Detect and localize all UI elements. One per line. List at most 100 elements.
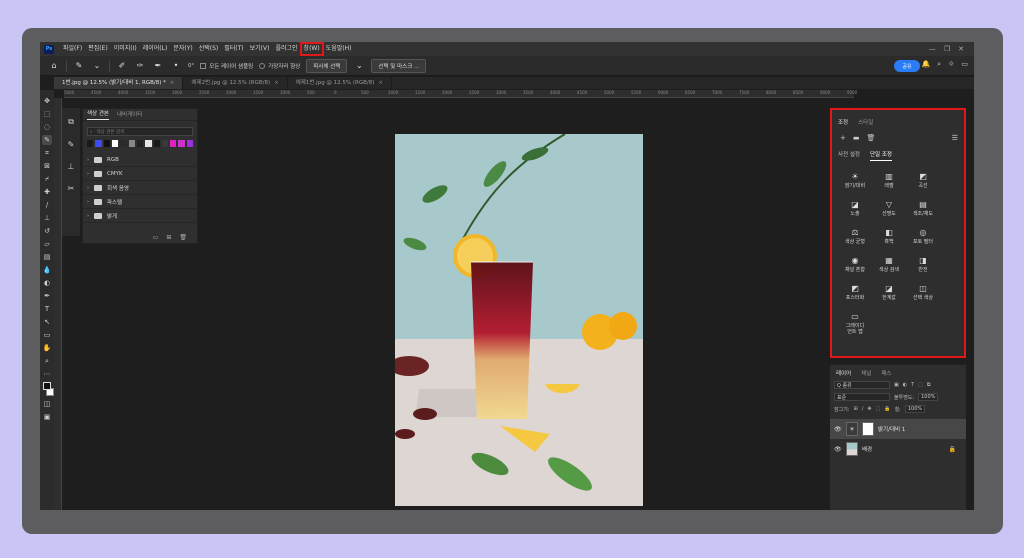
- close-icon[interactable]: ×: [170, 80, 175, 86]
- restore-icon[interactable]: ❐: [944, 45, 950, 53]
- menu-layer[interactable]: 레이어(L): [140, 43, 171, 55]
- document-canvas[interactable]: [395, 134, 643, 506]
- minimize-icon[interactable]: —: [929, 45, 936, 53]
- swatch-folder-light[interactable]: › 밝게: [83, 209, 197, 223]
- shape-tool-icon[interactable]: ▭: [42, 330, 52, 340]
- marquee-tool-icon[interactable]: ⬚: [42, 109, 52, 119]
- color-swatch-chip[interactable]: [95, 140, 102, 147]
- plus-icon[interactable]: +: [840, 134, 846, 142]
- tab-channels[interactable]: 채널: [861, 369, 871, 377]
- tab-document-1[interactable]: 1번.jpg @ 12.5% (밝기/대비 1, RGB/8) * ×: [54, 77, 184, 89]
- lock-all-icon[interactable]: 🔒: [884, 406, 890, 412]
- color-swatch-chip[interactable]: [145, 140, 152, 147]
- swatch-folder-pastel[interactable]: › 파스텔: [83, 195, 197, 209]
- trash-icon[interactable]: 🗑: [179, 234, 187, 241]
- opacity-input[interactable]: 100%: [918, 393, 939, 401]
- adjustment-item[interactable]: ▤ 색조/채도: [906, 199, 940, 218]
- adjustment-item[interactable]: ▭ 그레이디 언트 맵: [838, 311, 872, 336]
- eyedropper-tool-icon[interactable]: ⌿: [42, 174, 52, 184]
- zoom-tool-icon[interactable]: ⌕: [42, 356, 52, 366]
- menu-select[interactable]: 선택(S): [196, 43, 222, 55]
- bell-icon[interactable]: 🔔: [921, 60, 930, 69]
- tab-swatches[interactable]: 색상 견본: [87, 109, 109, 120]
- adjustment-item[interactable]: ▥ 레벨: [872, 171, 906, 190]
- layer-row[interactable]: 👁 배경 🔒: [830, 439, 966, 459]
- foreground-color-swatch[interactable]: [43, 382, 51, 390]
- new-group-icon[interactable]: ▭: [153, 234, 159, 241]
- close-icon[interactable]: ×: [378, 80, 383, 86]
- clone-stamp-tool-icon[interactable]: ⊥: [42, 213, 52, 223]
- angle-value[interactable]: 0°: [188, 63, 194, 69]
- menu-type[interactable]: 문자(Y): [170, 43, 195, 55]
- adjustment-item[interactable]: ◪ 한계값: [872, 283, 906, 302]
- color-swatch-chip[interactable]: [136, 140, 144, 147]
- search-icon[interactable]: ⌕: [937, 60, 941, 69]
- menu-edit[interactable]: 편집(E): [85, 43, 111, 55]
- adjustment-item[interactable]: ▽ 선명도: [872, 199, 906, 218]
- workspace-icon[interactable]: ▭: [961, 60, 968, 69]
- enhance-edge-option[interactable]: 가장자리 향상: [259, 62, 300, 70]
- new-swatch-icon[interactable]: ⊞: [166, 234, 171, 241]
- layer-mask-thumbnail[interactable]: [862, 422, 874, 436]
- history-panel-icon[interactable]: ⧉: [65, 116, 77, 128]
- fill-input[interactable]: 100%: [904, 405, 926, 413]
- hand-tool-icon[interactable]: ✋: [42, 343, 52, 353]
- quick-mask-icon[interactable]: ◫: [42, 399, 52, 409]
- swatch-folder-grayscale[interactable]: › 회색 음영: [83, 181, 197, 195]
- brush-tool-icon[interactable]: ∕: [42, 200, 52, 210]
- adjustment-item[interactable]: ◫ 선택 색상: [906, 283, 940, 302]
- tab-presets[interactable]: 사전 설정: [838, 150, 860, 161]
- tab-adjustments[interactable]: 조정: [838, 118, 848, 126]
- color-swatch-chip[interactable]: [87, 140, 94, 147]
- adjustment-item[interactable]: ◧ 흑백: [872, 227, 906, 246]
- filter-shape-icon[interactable]: ⬚: [918, 382, 923, 388]
- color-swatch-chip[interactable]: [120, 140, 127, 147]
- pen-tool-icon[interactable]: ✒: [42, 291, 52, 301]
- tab-styles[interactable]: 스타일: [858, 118, 873, 126]
- layer-row[interactable]: 👁 ☀ 밝기/대비 1: [830, 419, 966, 439]
- layer-filter-select[interactable]: Q 종류: [834, 381, 890, 389]
- filter-adjust-icon[interactable]: ◐: [903, 382, 907, 388]
- filter-type-icon[interactable]: T: [911, 382, 914, 388]
- filter-pixel-icon[interactable]: ▣: [894, 382, 899, 388]
- discover-icon[interactable]: ☼: [948, 60, 954, 69]
- brush-panel-icon[interactable]: ✎: [65, 138, 77, 150]
- lock-pixels-icon[interactable]: ⊞: [854, 406, 858, 412]
- filter-smart-icon[interactable]: ⧉: [927, 382, 931, 388]
- home-icon[interactable]: ⌂: [48, 60, 60, 72]
- menu-plugins[interactable]: 플러그인: [272, 43, 300, 55]
- swatch-search-input[interactable]: ⌕ 색상 견본 검색: [87, 127, 193, 136]
- adjustment-item[interactable]: ◉ 채널 혼합: [838, 255, 872, 274]
- lock-artboard-icon[interactable]: ⬚: [876, 406, 881, 412]
- menu-window[interactable]: 창(W): [299, 42, 324, 56]
- menu-help[interactable]: 도움말(H): [323, 43, 355, 55]
- list-view-icon[interactable]: ☰: [952, 134, 964, 142]
- more-tools-icon[interactable]: ⋯: [42, 369, 52, 379]
- adjustment-item[interactable]: ◨ 반전: [906, 255, 940, 274]
- tab-document-3[interactable]: 예제1번.jpg @ 12.5% (RGB/8) ×: [288, 77, 393, 89]
- tab-paths[interactable]: 패스: [881, 369, 891, 377]
- trash-icon[interactable]: 🗑: [867, 134, 876, 142]
- visibility-eye-icon[interactable]: 👁: [834, 426, 842, 433]
- swatch-folder-rgb[interactable]: › RGB: [83, 153, 197, 167]
- chevron-down-icon[interactable]: ⌄: [91, 60, 103, 72]
- menu-image[interactable]: 이미지(I): [111, 43, 140, 55]
- tab-document-2[interactable]: 예제2번.jpg @ 12.5% (RGB/8) ×: [183, 77, 288, 89]
- adjustment-item[interactable]: ◎ 포토 필터: [906, 227, 940, 246]
- crop-tool-icon[interactable]: ⌗: [42, 148, 52, 158]
- adjustment-item[interactable]: ⚖ 색상 균형: [838, 227, 872, 246]
- select-subject-button[interactable]: 피사체 선택: [306, 58, 348, 73]
- type-tool-icon[interactable]: T: [42, 304, 52, 314]
- menu-view[interactable]: 보기(V): [247, 43, 273, 55]
- history-brush-tool-icon[interactable]: ↺: [42, 226, 52, 236]
- menu-filter[interactable]: 필터(T): [221, 43, 246, 55]
- share-button[interactable]: 공유: [894, 60, 920, 72]
- visibility-eye-icon[interactable]: 👁: [834, 446, 842, 453]
- blur-tool-icon[interactable]: 💧: [42, 265, 52, 275]
- tools-panel-icon[interactable]: ✂: [65, 182, 77, 194]
- adjustment-item[interactable]: ◩ 포스터화: [838, 283, 872, 302]
- path-select-tool-icon[interactable]: ↖: [42, 317, 52, 327]
- move-tool-icon[interactable]: ✥: [42, 96, 52, 106]
- tab-single-adjustments[interactable]: 단일 조정: [870, 150, 892, 161]
- tab-layers[interactable]: 레이어: [836, 369, 851, 377]
